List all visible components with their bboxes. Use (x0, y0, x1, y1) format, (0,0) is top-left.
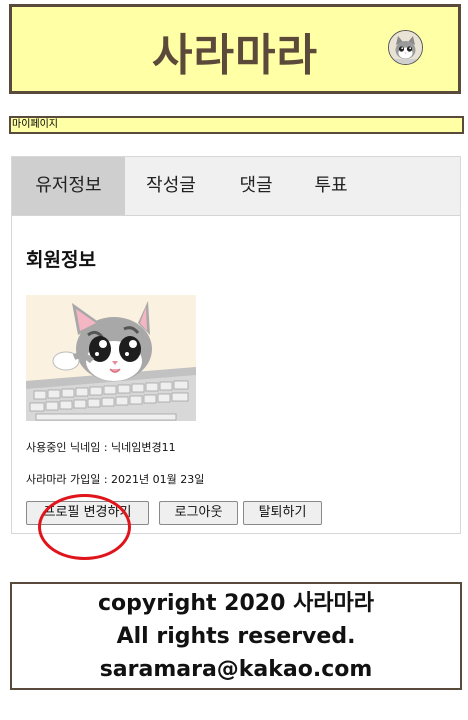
footer-copyright: copyright 2020 사라마라 (97, 591, 375, 616)
site-header: 사라마라 (9, 4, 461, 94)
site-footer: copyright 2020 사라마라 All rights reserved.… (10, 582, 462, 690)
join-date-info: 사라마라 가입일 : 2021년 01월 23일 (26, 473, 205, 486)
tab-votes[interactable]: 투표 (295, 157, 367, 215)
user-avatar[interactable] (388, 30, 423, 65)
edit-profile-button[interactable]: 프로필 변경하기 (26, 501, 149, 525)
tab-posts[interactable]: 작성글 (125, 157, 217, 215)
tab-user-info[interactable]: 유저정보 (12, 157, 125, 215)
withdraw-button[interactable]: 탈퇴하기 (243, 501, 322, 525)
section-title: 회원정보 (26, 249, 96, 271)
tab-comments[interactable]: 댓글 (217, 157, 295, 215)
mypage-breadcrumb[interactable]: 마이페이지 (9, 116, 464, 134)
logout-button[interactable]: 로그아웃 (159, 501, 238, 525)
cat-avatar-icon (389, 31, 422, 64)
footer-rights: All rights reserved. (116, 624, 356, 649)
tab-bar: 유저정보 작성글 댓글 투표 (12, 157, 460, 216)
profile-image (26, 295, 196, 421)
nickname-info: 사용중인 닉네임 : 닉네임변경11 (26, 441, 176, 454)
mypage-card: 유저정보 작성글 댓글 투표 회원정보 사용중인 닉네임: 닉네임변경11 사… (11, 156, 461, 534)
cat-keyboard-illustration (26, 295, 196, 421)
footer-email[interactable]: saramara@kakao.com (12, 653, 460, 686)
